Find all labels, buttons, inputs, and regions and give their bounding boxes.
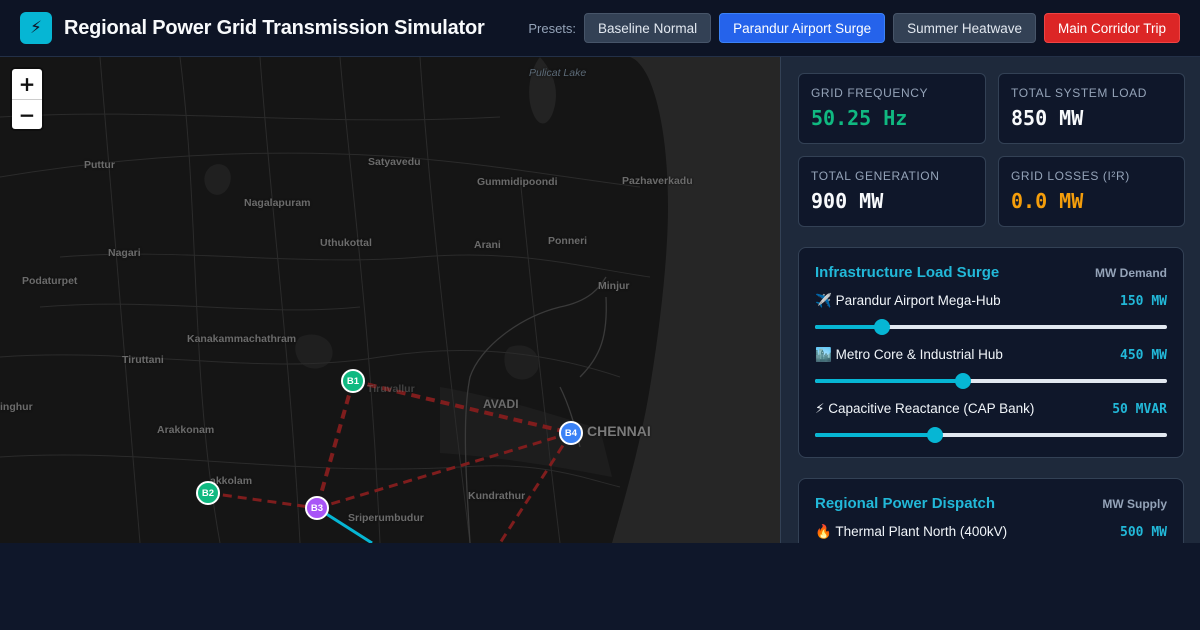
preset-bar: Presets: Baseline Normal Parandur Airpor… [528,13,1180,43]
place-label: Ponneri [548,235,588,247]
stat-value: 0.0 MW [1011,189,1084,213]
control-panel: GRID FREQUENCY 50.25 Hz TOTAL SYSTEM LOA… [780,57,1200,543]
stat-label: GRID LOSSES (I²R) [1011,169,1130,183]
airport-load-slider[interactable] [815,319,1167,335]
preset-summer-heatwave-button[interactable]: Summer Heatwave [893,13,1036,43]
stat-label: TOTAL GENERATION [811,169,940,183]
control-value: 450 MW [1120,347,1167,363]
zoom-control: + − [12,69,42,129]
load-surge-section: Infrastructure Load Surge MW Demand ✈️ P… [798,247,1184,458]
slider-thumb[interactable] [873,319,890,335]
place-label: Arakkonam [157,424,215,436]
place-label: Uthukottal [320,237,372,249]
slider-fill [815,379,963,383]
zoom-in-button[interactable]: + [12,69,42,99]
place-label: inghur [0,401,33,413]
section-unit: MW Supply [1102,497,1167,511]
presets-label: Presets: [528,20,577,36]
airplane-icon: ✈️ [815,293,832,308]
control-value: 500 MW [1120,524,1167,540]
control-label: ✈️ Parandur Airport Mega-Hub [815,293,1001,309]
control-value: 50 MVAR [1112,401,1167,417]
place-label: CHENNAI [587,423,651,439]
place-label: Tiruttani [122,354,164,366]
preset-parandur-airport-surge-button[interactable]: Parandur Airport Surge [719,13,886,43]
map-basemap [0,57,780,543]
section-unit: MW Demand [1095,266,1167,280]
place-label: Tiruvallur [367,383,415,395]
place-label: Puttur [84,159,115,171]
stat-value: 50.25 Hz [811,106,908,130]
bus-node-b2[interactable]: B2 [196,481,220,505]
city-icon: 🏙️ [815,347,832,362]
bus-node-b3[interactable]: B3 [305,496,329,520]
stat-card-load: TOTAL SYSTEM LOAD 850 MW [998,73,1185,144]
load-control-cap-bank: ⚡ Capacitive Reactance (CAP Bank) 50 MVA… [815,401,1167,443]
slider-thumb[interactable] [926,427,943,443]
control-value: 150 MW [1120,293,1167,309]
app-header: ⚡ Regional Power Grid Transmission Simul… [0,0,1200,57]
lightning-bolt-icon: ⚡ [20,12,52,44]
stat-card-generation: TOTAL GENERATION 900 MW [798,156,986,227]
stat-value: 850 MW [1011,106,1084,130]
control-label-text: Thermal Plant North (400kV) [835,524,1008,539]
cap-bank-slider[interactable] [815,427,1167,443]
place-label: Satyavedu [368,156,421,168]
place-label: AVADI [483,397,519,411]
section-title: Regional Power Dispatch [815,495,996,512]
control-label-text: Capacitive Reactance (CAP Bank) [828,401,1035,416]
dispatch-control-thermal-north: 🔥 Thermal Plant North (400kV) 500 MW [815,524,1167,540]
place-label: Pazhaverkadu [622,175,693,187]
stat-value: 900 MW [811,189,884,213]
lightning-icon: ⚡ [815,401,825,416]
stats-grid: GRID FREQUENCY 50.25 Hz TOTAL SYSTEM LOA… [798,73,1185,227]
control-label: 🏙️ Metro Core & Industrial Hub [815,347,1003,363]
zoom-out-button[interactable]: − [12,99,42,129]
place-label: Gummidipoondi [477,176,558,188]
fire-icon: 🔥 [815,524,832,539]
load-control-airport: ✈️ Parandur Airport Mega-Hub 150 MW [815,293,1167,335]
stat-card-frequency: GRID FREQUENCY 50.25 Hz [798,73,986,144]
place-label: Kundrathur [468,490,526,502]
place-label: Nagalapuram [244,197,311,209]
section-header: Regional Power Dispatch MW Supply [815,495,1167,512]
stat-label: TOTAL SYSTEM LOAD [1011,86,1148,100]
place-label: Arani [474,239,501,251]
place-label: Kanakammachathram [187,333,297,345]
metro-load-slider[interactable] [815,373,1167,389]
preset-main-corridor-trip-button[interactable]: Main Corridor Trip [1043,13,1180,43]
place-label: Minjur [598,280,630,292]
place-label: Podaturpet [22,275,78,287]
grid-map[interactable]: + − Pulicat Lake Puttur Satyavedu Gummid… [0,57,780,543]
place-label: Nagari [108,247,141,259]
section-header: Infrastructure Load Surge MW Demand [815,264,1167,281]
slider-thumb[interactable] [954,373,971,389]
bus-node-b1[interactable]: B1 [341,369,365,393]
control-label-text: Metro Core & Industrial Hub [835,347,1003,362]
bus-node-b4[interactable]: B4 [559,421,583,445]
control-label: ⚡ Capacitive Reactance (CAP Bank) [815,401,1034,417]
dispatch-section: Regional Power Dispatch MW Supply 🔥 Ther… [798,478,1184,543]
place-label: Pulicat Lake [529,67,587,79]
app-window: ⚡ Regional Power Grid Transmission Simul… [0,0,1200,543]
place-label: Sriperumbudur [348,512,424,524]
load-control-metro: 🏙️ Metro Core & Industrial Hub 450 MW [815,347,1167,389]
control-label: 🔥 Thermal Plant North (400kV) [815,524,1007,540]
preset-baseline-normal-button[interactable]: Baseline Normal [584,13,712,43]
slider-fill [815,433,935,437]
stat-card-losses: GRID LOSSES (I²R) 0.0 MW [998,156,1185,227]
control-label-text: Parandur Airport Mega-Hub [835,293,1001,308]
stat-label: GRID FREQUENCY [811,86,929,100]
section-title: Infrastructure Load Surge [815,264,1000,281]
app-title: Regional Power Grid Transmission Simulat… [64,16,485,39]
slider-fill [815,325,882,329]
